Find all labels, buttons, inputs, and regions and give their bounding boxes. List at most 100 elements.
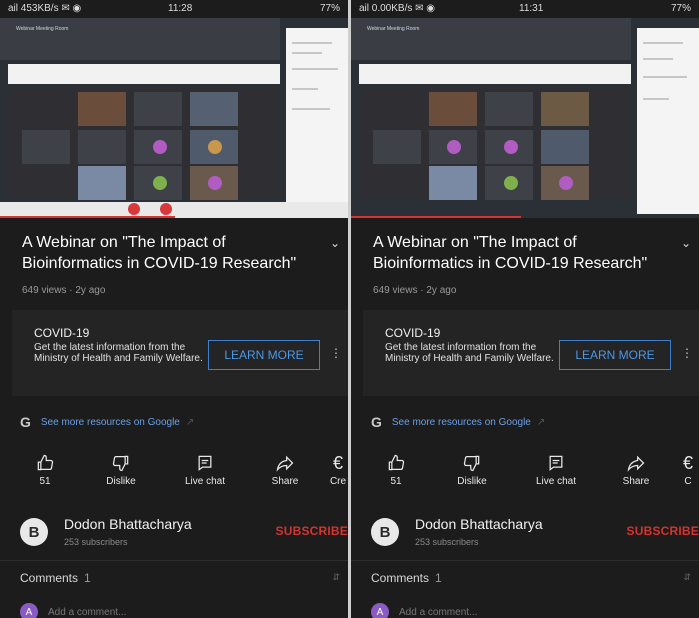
video-player[interactable]: Webinar Meeting Room	[0, 18, 348, 218]
comments-label: Comments	[371, 571, 430, 585]
video-meta: 649 views · 2y ago	[373, 285, 457, 296]
covid-panel-description: Get the latest information from the Mini…	[34, 342, 203, 364]
thumbs-down-icon	[463, 455, 480, 472]
video-progress-bar[interactable]	[0, 216, 175, 218]
status-network: ail 453KB/s ✉ ◉	[8, 3, 82, 14]
comments-header[interactable]: Comments 1	[20, 571, 91, 585]
create-button[interactable]: € Cre	[318, 450, 348, 488]
share-label: Share	[271, 476, 299, 487]
participant-tile	[429, 92, 477, 126]
external-link-icon: ↗	[536, 416, 546, 428]
like-button[interactable]: 51	[361, 450, 431, 487]
expand-description-chevron-icon[interactable]: ⌄	[330, 236, 340, 250]
video-meeting-label: Webinar Meeting Room	[367, 26, 420, 32]
covid-panel-description: Get the latest information from the Mini…	[385, 342, 554, 364]
participant-tile	[22, 130, 70, 164]
add-comment-input[interactable]	[399, 604, 599, 618]
participant-avatar	[153, 176, 167, 190]
phone-screenshot-left: ail 453KB/s ✉ ◉ 11:28 77% Webinar Meetin…	[0, 0, 348, 618]
channel-name[interactable]: Dodon Bhattacharya	[415, 516, 543, 532]
status-time: 11:28	[168, 3, 193, 14]
video-screen-share	[359, 64, 631, 84]
video-screen-share	[8, 64, 280, 84]
share-icon	[276, 455, 294, 472]
more-options-icon[interactable]: ⋮	[681, 346, 693, 360]
add-comment-input[interactable]	[48, 604, 248, 618]
google-resources-text: See more resources on Google	[40, 416, 180, 428]
external-link-icon: ↗	[185, 416, 195, 428]
channel-row[interactable]: B Dodon Bhattacharya 253 subscribers SUB…	[371, 514, 699, 554]
learn-more-button[interactable]: LEARN MORE	[559, 340, 671, 370]
google-resources-link[interactable]: G See more resources on Google ↗	[371, 414, 545, 430]
add-comment-row[interactable]: A	[20, 600, 348, 618]
google-resources-link[interactable]: G See more resources on Google ↗	[20, 414, 194, 430]
share-label: Share	[622, 476, 650, 487]
video-actions-bar: 51 Dislike Live chat Share € C	[351, 450, 699, 500]
thumbs-up-icon	[388, 454, 405, 471]
live-chat-label: Live chat	[535, 476, 577, 487]
participant-avatar	[208, 176, 222, 190]
subscribe-button[interactable]: SUBSCRIBE	[627, 524, 699, 538]
participant-tile	[78, 166, 126, 200]
participant-avatar	[447, 140, 461, 154]
mic-control-icon	[128, 203, 140, 215]
like-count: 51	[39, 476, 51, 487]
live-chat-button[interactable]: Live chat	[521, 450, 591, 487]
dislike-label: Dislike	[457, 476, 487, 487]
comments-expand-icon[interactable]: ⇵	[332, 572, 340, 583]
participant-tile	[78, 92, 126, 126]
participant-tile	[134, 92, 182, 126]
create-icon: €	[332, 452, 343, 473]
like-button[interactable]: 51	[10, 450, 80, 487]
channel-subscribers: 253 subscribers	[64, 537, 128, 547]
comments-count: 1	[84, 571, 91, 585]
live-chat-button[interactable]: Live chat	[170, 450, 240, 487]
participant-avatar	[208, 140, 222, 154]
channel-subscribers: 253 subscribers	[415, 537, 479, 547]
google-icon: G	[20, 414, 31, 430]
comments-header[interactable]: Comments 1	[371, 571, 442, 585]
participant-avatar	[153, 140, 167, 154]
share-icon	[627, 455, 645, 472]
create-button[interactable]: € C	[673, 450, 699, 488]
dislike-button[interactable]: Dislike	[86, 450, 156, 487]
chat-icon	[198, 455, 212, 471]
add-comment-row[interactable]: A	[371, 600, 699, 618]
share-button[interactable]: Share	[601, 450, 671, 487]
covid-info-panel: COVID-19 Get the latest information from…	[363, 310, 699, 396]
channel-name[interactable]: Dodon Bhattacharya	[64, 516, 192, 532]
more-options-icon[interactable]: ⋮	[330, 346, 342, 360]
video-player[interactable]: Webinar Meeting Room	[351, 18, 699, 218]
status-network: ail 0.00KB/s ✉ ◉	[359, 3, 436, 14]
divider	[0, 560, 348, 561]
status-time: 11:31	[519, 3, 544, 14]
covid-info-panel: COVID-19 Get the latest information from…	[12, 310, 348, 396]
participant-tile	[373, 130, 421, 164]
dislike-button[interactable]: Dislike	[437, 450, 507, 487]
expand-description-chevron-icon[interactable]: ⌄	[681, 236, 691, 250]
chat-icon	[549, 455, 563, 471]
phone-screenshot-right: ail 0.00KB/s ✉ ◉ 11:31 77% Webinar Meeti…	[351, 0, 699, 618]
comments-expand-icon[interactable]: ⇵	[683, 572, 691, 583]
comments-label: Comments	[20, 571, 79, 585]
channel-avatar[interactable]: B	[20, 518, 48, 546]
meeting-chat-panel	[286, 28, 348, 214]
google-icon: G	[371, 414, 382, 430]
share-button[interactable]: Share	[250, 450, 320, 487]
covid-panel-title: COVID-19	[385, 326, 441, 340]
channel-avatar[interactable]: B	[371, 518, 399, 546]
live-chat-label: Live chat	[184, 476, 226, 487]
video-progress-bar[interactable]	[351, 216, 521, 218]
participant-tile	[541, 92, 589, 126]
video-meeting-label: Webinar Meeting Room	[16, 26, 69, 32]
channel-row[interactable]: B Dodon Bhattacharya 253 subscribers SUB…	[20, 514, 348, 554]
video-title: A Webinar on "The Impact of Bioinformati…	[22, 234, 297, 272]
like-count: 51	[390, 476, 402, 487]
status-bar: ail 0.00KB/s ✉ ◉ 11:31 77%	[351, 0, 699, 18]
learn-more-button[interactable]: LEARN MORE	[208, 340, 320, 370]
participant-avatar	[504, 176, 518, 190]
create-label: Cre	[329, 476, 347, 487]
video-actions-bar: 51 Dislike Live chat Share € Cre	[0, 450, 348, 500]
video-participant-grid	[8, 88, 280, 200]
subscribe-button[interactable]: SUBSCRIBE	[276, 524, 348, 538]
